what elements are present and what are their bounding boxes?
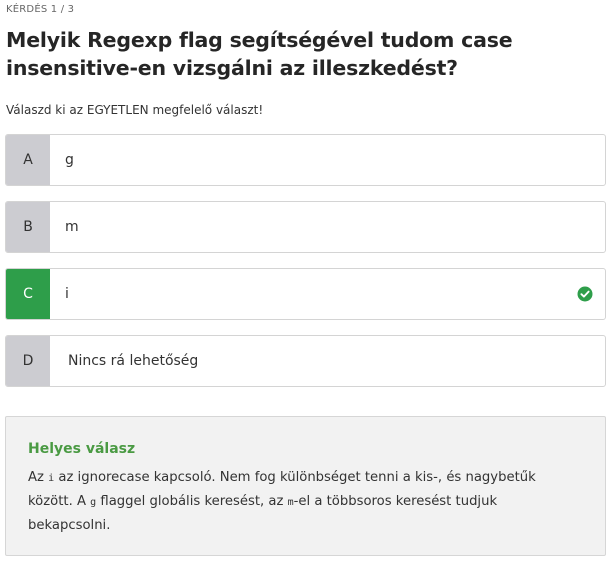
option-text: g [65,152,74,168]
option-text: m [65,219,79,235]
option-text: Nincs rá lehetőség [68,353,199,369]
explanation-text: Az i az ignorecase kapcsoló. Nem fog kül… [28,466,583,537]
option-letter: D [6,336,50,386]
answer-option-c[interactable]: C i [5,268,606,320]
option-text: i [65,286,69,302]
answer-option-b[interactable]: B m [5,201,606,253]
option-letter: B [6,202,50,252]
check-circle-icon [565,269,605,319]
explanation-panel: Helyes válasz Az i az ignorecase kapcsol… [5,416,606,556]
option-letter: A [6,135,50,185]
answer-option-a[interactable]: A g [5,134,606,186]
question-counter: KÉRDÉS 1 / 3 [6,4,75,15]
explanation-title: Helyes válasz [28,441,136,457]
answer-option-d[interactable]: D Nincs rá lehetőség [5,335,606,387]
explanation-text-part: Az [28,470,49,485]
question-title: Melyik Regexp flag segítségével tudom ca… [6,28,513,80]
question-instruction: Válaszd ki az EGYETLEN megfelelő választ… [6,103,264,117]
explanation-text-part: flaggel globális keresést, az [96,494,288,509]
option-letter: C [6,269,50,319]
